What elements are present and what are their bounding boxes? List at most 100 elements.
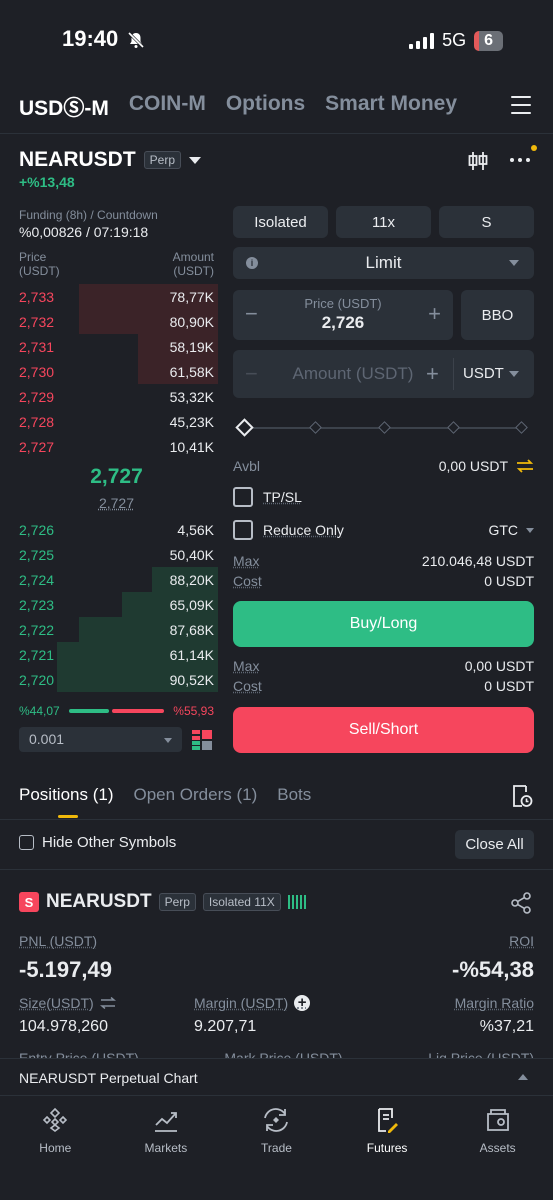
margin-ratio-label: Margin Ratio <box>454 995 534 1011</box>
chart-bar-label: NEARUSDT Perpetual Chart <box>19 1070 198 1086</box>
bbo-button[interactable]: BBO <box>461 290 534 340</box>
bid-price: 2,726 <box>19 521 55 538</box>
transfer-icon[interactable] <box>516 459 534 473</box>
hide-other-symbols-toggle[interactable]: Hide Other Symbols <box>19 834 176 851</box>
bid-row[interactable]: 2,725 50,40K <box>19 542 214 567</box>
plus-icon[interactable]: + <box>428 301 441 327</box>
ask-row[interactable]: 2,731 58,19K <box>19 334 218 359</box>
amount-slider[interactable] <box>235 418 528 437</box>
candlestick-chart-icon[interactable] <box>467 150 489 177</box>
orderbook-layout-icon[interactable] <box>192 730 212 750</box>
amount-header-unit: (USDT) <box>173 264 214 278</box>
leverage-button[interactable]: 11x <box>336 206 431 238</box>
position-margin-tag: Isolated 11X <box>202 893 281 911</box>
tpsl-checkbox[interactable] <box>233 487 253 507</box>
nav-markets-label: Markets <box>144 1141 188 1155</box>
bid-row[interactable]: 2,721 61,14K <box>19 642 218 667</box>
asset-mode-button[interactable]: S <box>439 206 534 238</box>
slider-handle[interactable] <box>235 418 254 437</box>
ratio-bar <box>68 709 165 713</box>
slider-step[interactable] <box>309 421 322 434</box>
nav-trade[interactable]: Trade <box>221 1097 332 1200</box>
nav-assets[interactable]: Assets <box>442 1097 553 1200</box>
last-price[interactable]: 2,727 <box>19 465 214 489</box>
caret-down-icon <box>164 738 172 743</box>
margin-label: Margin (USDT) <box>194 995 289 1011</box>
more-options-icon[interactable] <box>510 158 530 162</box>
position-header[interactable]: S NEARUSDT Perp Isolated 11X <box>19 891 306 913</box>
tab-options[interactable]: Options <box>226 92 305 122</box>
bid-amount: 87,68K <box>169 621 214 638</box>
tab-smart-money[interactable]: Smart Money <box>325 92 457 122</box>
adl-indicator-icon <box>287 895 306 909</box>
bid-price: 2,723 <box>19 596 55 613</box>
swap-unit-icon[interactable] <box>99 997 116 1009</box>
tab-coin-m[interactable]: COIN-M <box>129 92 206 122</box>
ask-price: 2,730 <box>19 363 55 380</box>
network-label: 5G <box>442 30 467 50</box>
reduce-only-toggle[interactable]: Reduce Only <box>233 520 344 540</box>
ask-row[interactable]: 2,727 10,41K <box>19 434 214 459</box>
margin-ratio-value: %37,21 <box>479 1018 534 1035</box>
tpsl-row[interactable]: TP/SL <box>233 487 534 507</box>
menu-icon[interactable] <box>511 96 531 114</box>
precision-select[interactable]: 0.001 <box>19 727 182 752</box>
reduce-only-checkbox[interactable] <box>233 520 253 540</box>
assets-icon <box>486 1109 509 1131</box>
add-margin-icon[interactable]: + <box>294 995 311 1011</box>
nav-markets[interactable]: Markets <box>111 1097 222 1200</box>
nav-futures[interactable]: Futures <box>332 1097 443 1200</box>
sell-short-button[interactable]: Sell/Short <box>233 707 534 753</box>
plus-icon[interactable]: + <box>426 361 439 387</box>
hide-other-checkbox[interactable] <box>19 835 34 850</box>
tab-bots[interactable]: Bots <box>277 785 311 805</box>
symbol-selector[interactable]: NEARUSDT Perp <box>19 148 202 172</box>
share-icon[interactable] <box>510 892 532 919</box>
close-all-button[interactable]: Close All <box>455 830 534 859</box>
buy-cost-value: 0 USDT <box>484 573 534 589</box>
nav-futures-label: Futures <box>366 1141 408 1155</box>
active-tab-indicator <box>58 815 78 818</box>
tif-select[interactable]: GTC <box>488 522 534 538</box>
bid-row[interactable]: 2,724 88,20K <box>19 567 218 592</box>
slider-step[interactable] <box>378 421 391 434</box>
nav-home-label: Home <box>39 1141 72 1155</box>
ask-row[interactable]: 2,733 78,77K <box>19 284 218 309</box>
slider-step[interactable] <box>515 421 528 434</box>
margin-mode-button[interactable]: Isolated <box>233 206 328 238</box>
order-type-select[interactable]: i Limit <box>233 247 534 279</box>
slider-step[interactable] <box>447 421 460 434</box>
bid-row[interactable]: 2,726 4,56K <box>19 517 214 542</box>
ask-row[interactable]: 2,732 80,90K <box>19 309 218 334</box>
amount-input[interactable]: − Amount (USDT) + USDT <box>233 350 534 398</box>
size-label-group[interactable]: Size(USDT) <box>19 995 116 1011</box>
ask-row[interactable]: 2,728 45,23K <box>19 409 214 434</box>
bid-row[interactable]: 2,722 87,68K <box>19 617 218 642</box>
tabs-divider <box>0 819 553 820</box>
order-type-value: Limit <box>365 253 402 272</box>
ask-row[interactable]: 2,729 53,32K <box>19 384 214 409</box>
tab-positions[interactable]: Positions (1) <box>19 785 113 805</box>
tab-usds-m[interactable]: USDⓈ-M <box>19 92 109 122</box>
ask-row[interactable]: 2,730 61,58K <box>19 359 218 384</box>
order-history-icon[interactable] <box>511 784 533 813</box>
hide-other-label: Hide Other Symbols <box>42 834 177 851</box>
header-divider <box>0 133 553 134</box>
sell-max-row: Max 0,00 USDT <box>233 658 534 674</box>
funding-label: Funding (8h) / Countdown <box>19 208 158 222</box>
futures-icon <box>378 1108 399 1133</box>
bid-amount: 50,40K <box>169 546 214 563</box>
buy-cost-row: Cost 0 USDT <box>233 573 534 589</box>
amount-unit-select[interactable]: USDT <box>463 365 504 382</box>
reduce-only-row: Reduce Only GTC <box>233 520 534 540</box>
info-icon[interactable]: i <box>246 257 258 269</box>
buy-cost-label: Cost <box>233 573 262 589</box>
buy-long-button[interactable]: Buy/Long <box>233 601 534 647</box>
size-label: Size(USDT) <box>19 995 94 1011</box>
bid-row[interactable]: 2,720 90,52K <box>19 667 218 692</box>
tab-open-orders[interactable]: Open Orders (1) <box>133 785 257 805</box>
price-input[interactable]: − Price (USDT) 2,726 + <box>233 290 453 340</box>
chart-drawer-bar[interactable]: NEARUSDT Perpetual Chart <box>0 1058 553 1096</box>
bid-row[interactable]: 2,723 65,09K <box>19 592 218 617</box>
nav-home[interactable]: Home <box>0 1097 111 1200</box>
